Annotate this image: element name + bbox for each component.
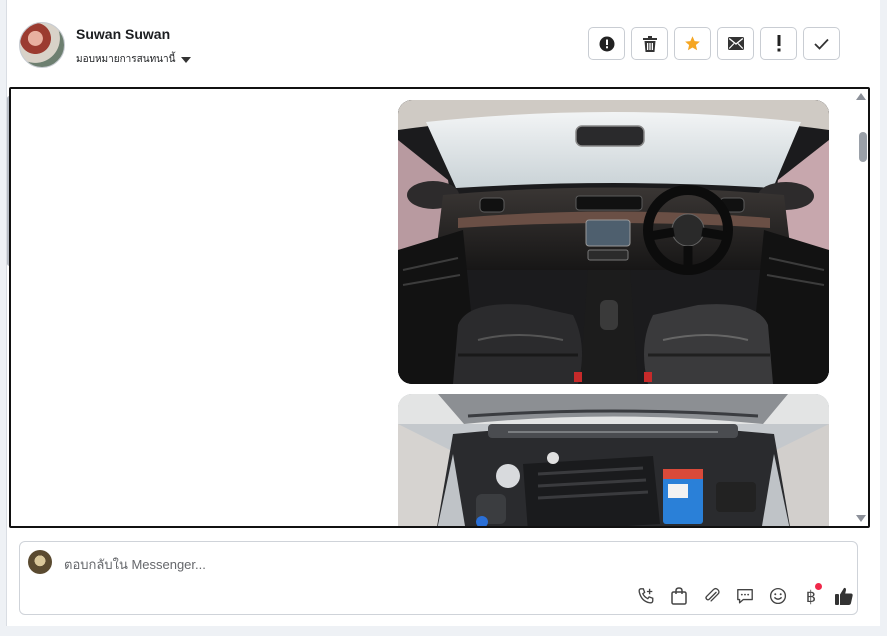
- star-icon: [685, 36, 700, 51]
- baht-payment-icon: ฿: [805, 586, 817, 606]
- message-scrollbar-thumb[interactable]: [859, 132, 867, 162]
- thumbs-up-icon: [835, 587, 853, 605]
- conversation-panel: Suwan Suwan มอบหมายการสนทนานี้ ตอบกลับใน…: [6, 0, 880, 626]
- exclamation-icon: [777, 35, 780, 52]
- emoji-button[interactable]: [766, 584, 790, 608]
- mark-done-button[interactable]: [803, 27, 840, 60]
- image-message-interior[interactable]: [398, 100, 829, 384]
- reply-input[interactable]: ตอบกลับใน Messenger...: [64, 554, 206, 575]
- caret-down-icon: [181, 57, 192, 63]
- call-add-button[interactable]: [634, 584, 658, 608]
- scroll-down-arrow-icon[interactable]: [856, 515, 866, 522]
- message-thread[interactable]: [9, 87, 870, 528]
- trash-icon: [642, 35, 657, 52]
- alert-circle-icon: [599, 36, 614, 51]
- delete-button[interactable]: [631, 27, 668, 60]
- star-button[interactable]: [674, 27, 711, 60]
- engine-bay-photo: [398, 394, 829, 526]
- contact-avatar[interactable]: [19, 22, 65, 68]
- mark-important-button[interactable]: [760, 27, 797, 60]
- car-interior-photo: [398, 100, 829, 384]
- shop-button[interactable]: [667, 584, 691, 608]
- check-icon: [814, 38, 829, 50]
- image-message-engine[interactable]: [398, 394, 829, 526]
- envelope-icon: [727, 37, 744, 50]
- shopping-bag-icon: [671, 587, 687, 605]
- speech-bubble-icon: [737, 589, 753, 604]
- saved-replies-button[interactable]: [733, 584, 757, 608]
- report-spam-button[interactable]: [588, 27, 625, 60]
- assign-conversation-dropdown[interactable]: มอบหมายการสนทนานี้: [76, 52, 192, 67]
- like-button[interactable]: [832, 584, 856, 608]
- reply-composer: ตอบกลับใน Messenger... ฿: [19, 541, 858, 615]
- conversation-header: Suwan Suwan มอบหมายการสนทนานี้: [7, 0, 880, 86]
- call-add-icon: [638, 588, 654, 604]
- attach-button[interactable]: [700, 584, 724, 608]
- contact-name[interactable]: Suwan Suwan: [76, 26, 170, 42]
- scroll-up-arrow-icon[interactable]: [856, 93, 866, 100]
- composer-toolbar: ฿: [634, 583, 856, 608]
- payment-button[interactable]: ฿: [799, 583, 823, 608]
- mark-unread-button[interactable]: [717, 27, 754, 60]
- paperclip-icon: [705, 587, 720, 602]
- action-toolbar: [588, 27, 840, 60]
- assign-label: มอบหมายการสนทนานี้: [76, 54, 176, 65]
- notification-dot: [815, 583, 822, 590]
- emoji-icon: [769, 587, 787, 605]
- page-avatar: [28, 550, 52, 574]
